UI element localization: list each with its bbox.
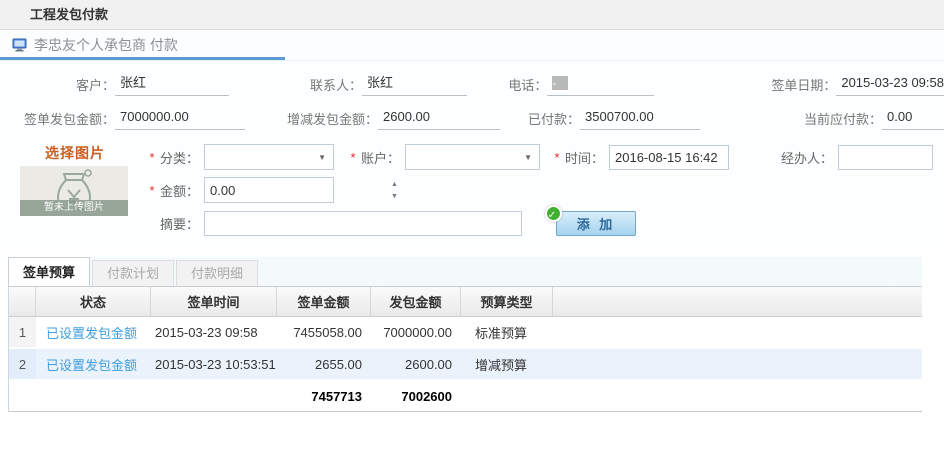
time-required-marker: * (552, 150, 562, 165)
table-header-row: 状态 签单时间 签单金额 发包金额 预算类型 (9, 287, 922, 317)
table-row[interactable]: 1 已设置发包金额 2015-03-23 09:58 7455058.00 70… (9, 317, 922, 349)
spinner-down-icon[interactable]: ▼ (391, 193, 398, 200)
sign-time-cell: 2015-03-23 09:58 (151, 317, 277, 347)
tab-payment-plan[interactable]: 付款计划 (92, 260, 174, 286)
adjust-contract-amount-value: 2600.00 (378, 106, 500, 130)
total-contract-amount: 7002600 (371, 381, 461, 411)
add-payment-form: 选择图片 暂未上传图片 * 分类： ▼ * 账户： ▼ * 时间： (0, 135, 944, 247)
row-number: 1 (9, 317, 36, 347)
amount-input[interactable] (205, 178, 391, 202)
paid-value: 3500700.00 (580, 106, 700, 130)
filler-cell (553, 317, 922, 347)
time-input[interactable] (609, 145, 729, 170)
customer-value: 张红 (115, 72, 229, 96)
header-sign-amount: 签单金额 (277, 287, 371, 316)
amount-label: 金额： (157, 181, 199, 200)
paid-field: 已付款： 3500700.00 (500, 105, 700, 131)
document-tab-strip: 李忠友个人承包商 付款 (0, 30, 944, 61)
sign-date-field: 签单日期： 2015-03-23 09:58 (654, 71, 944, 97)
current-payable-value: 0.00 (882, 106, 944, 130)
contact-field: 联系人： 张红 (229, 71, 467, 97)
contract-amount-cell: 2600.00 (371, 349, 461, 379)
detail-tabs: 签单预算 付款计划 付款明细 (8, 257, 922, 286)
operator-label: 经办人： (775, 148, 833, 167)
contact-value: 张红 (362, 72, 467, 96)
payment-info-section: 客户： 张红 联系人： 张红 电话： - 签单日期： 2015-03-23 09… (0, 61, 944, 135)
check-badge-icon: ✓ (545, 205, 562, 222)
contact-label: 联系人： (229, 75, 362, 94)
sign-contract-amount-field: 签单发包金额： 7000000.00 (0, 105, 245, 131)
add-button-label: 添 加 (577, 217, 616, 232)
header-filler (553, 287, 922, 316)
phone-field: 电话： - (467, 71, 654, 97)
phone-redacted-value: - (552, 76, 568, 90)
current-payable-field: 当前应付款： 0.00 (700, 105, 944, 131)
chevron-down-icon: ▼ (524, 153, 532, 162)
summary-input[interactable] (204, 211, 522, 236)
tab-sign-budget[interactable]: 签单预算 (8, 257, 90, 286)
category-select[interactable]: ▼ (204, 144, 334, 170)
budget-type-cell: 标准预算 (461, 317, 553, 347)
category-required-marker: * (147, 150, 157, 165)
account-select[interactable]: ▼ (405, 144, 540, 170)
sign-contract-amount-value: 7000000.00 (115, 106, 245, 130)
customer-label: 客户： (0, 75, 115, 94)
active-tab-underline (0, 57, 285, 60)
adjust-contract-amount-field: 增减发包金额： 2600.00 (245, 105, 500, 131)
total-sign-amount: 7457713 (277, 381, 371, 411)
page-title: 工程发包付款 (0, 0, 944, 30)
paid-label: 已付款： (500, 109, 580, 128)
sign-contract-amount-label: 签单发包金额： (0, 109, 115, 128)
customer-field: 客户： 张红 (0, 71, 229, 97)
chevron-down-icon: ▼ (318, 153, 326, 162)
header-budget-type: 预算类型 (461, 287, 553, 316)
account-label: 账户： (358, 148, 400, 167)
sign-date-label: 签单日期： (654, 75, 836, 94)
header-status: 状态 (36, 287, 151, 316)
current-payable-label: 当前应付款： (700, 109, 882, 128)
header-sign-time: 签单时间 (151, 287, 277, 316)
summary-label: 摘要： (157, 214, 199, 233)
filler-cell (553, 349, 922, 379)
budget-type-cell: 增减预算 (461, 349, 553, 379)
phone-label: 电话： (467, 75, 547, 94)
time-label: 时间： (562, 148, 604, 167)
choose-image-button[interactable]: 选择图片 (45, 143, 105, 163)
sign-amount-cell: 7455058.00 (277, 317, 371, 347)
image-upload-placeholder[interactable]: 暂未上传图片 (20, 166, 128, 216)
phone-value: - (547, 72, 654, 96)
budget-table: 状态 签单时间 签单金额 发包金额 预算类型 1 已设置发包金额 2015-03… (8, 286, 922, 412)
operator-input[interactable] (838, 145, 933, 170)
header-contract-amount: 发包金额 (371, 287, 461, 316)
status-link[interactable]: 已设置发包金额 (46, 355, 137, 374)
sign-date-value: 2015-03-23 09:58 (836, 72, 944, 96)
header-row-number (9, 287, 36, 316)
monitor-icon (12, 38, 28, 52)
no-image-text: 暂未上传图片 (20, 200, 128, 216)
adjust-contract-amount-label: 增减发包金额： (245, 109, 378, 128)
status-link[interactable]: 已设置发包金额 (46, 323, 137, 342)
account-required-marker: * (348, 150, 358, 165)
table-row[interactable]: 2 已设置发包金额 2015-03-23 10:53:51 2655.00 26… (9, 349, 922, 381)
table-totals-row: 7457713 7002600 (9, 381, 922, 412)
row-number: 2 (9, 349, 36, 379)
contract-amount-cell: 7000000.00 (371, 317, 461, 347)
document-tab-label[interactable]: 李忠友个人承包商 付款 (34, 35, 178, 55)
amount-required-marker: * (147, 183, 157, 198)
spinner-up-icon[interactable]: ▲ (391, 181, 398, 188)
add-button[interactable]: ✓ 添 加 (556, 211, 636, 236)
category-label: 分类： (157, 148, 199, 167)
amount-spinner: ▲ ▼ (204, 177, 334, 203)
sign-amount-cell: 2655.00 (277, 349, 371, 379)
tab-payment-detail[interactable]: 付款明细 (176, 260, 258, 286)
sign-time-cell: 2015-03-23 10:53:51 (151, 349, 277, 379)
